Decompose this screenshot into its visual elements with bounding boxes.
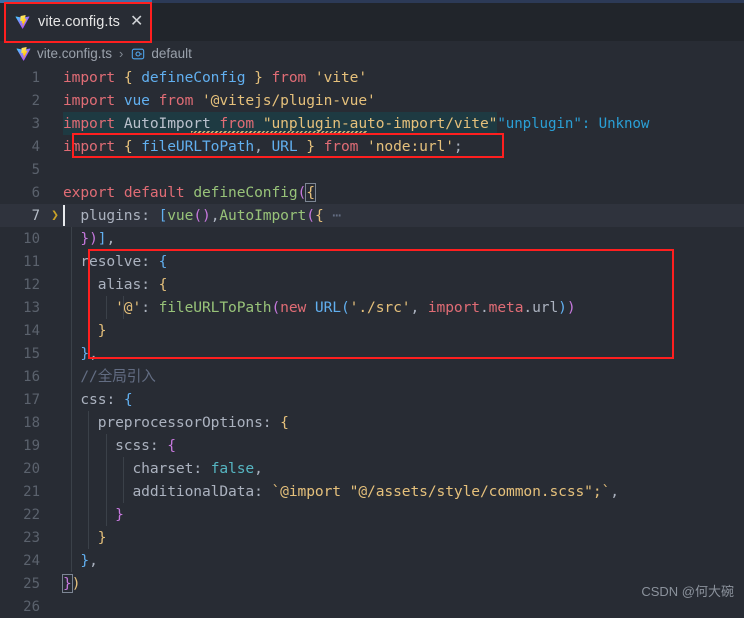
line-number: 25: [23, 575, 40, 592]
line-content[interactable]: import AutoImport from "unplugin-auto-im…: [63, 111, 744, 136]
editor-line[interactable]: 6 export default defineConfig({: [0, 181, 744, 204]
indent-guides: [63, 319, 744, 342]
line-content[interactable]: }: [63, 503, 744, 526]
line-content[interactable]: },: [63, 549, 744, 572]
vite-logo-icon: [15, 15, 30, 29]
indent-guides: [63, 227, 744, 250]
editor-line[interactable]: 10 })],: [0, 227, 744, 250]
line-number: 24: [23, 552, 40, 569]
editor-line[interactable]: 22 }: [0, 503, 744, 526]
editor-line[interactable]: 2 import vue from '@vitejs/plugin-vue': [0, 89, 744, 112]
line-number: 13: [23, 299, 40, 316]
indent-guides: [63, 365, 744, 388]
line-content[interactable]: }: [63, 526, 744, 549]
line-number: 6: [31, 184, 40, 201]
line-content[interactable]: charset: false,: [63, 457, 744, 480]
line-content[interactable]: import { fileURLToPath, URL } from 'node…: [63, 135, 744, 158]
editor-line[interactable]: 25 }): [0, 572, 744, 595]
indent-guides: [63, 342, 744, 365]
chevron-right-icon[interactable]: ❯: [47, 208, 63, 223]
breadcrumb-separator: ›: [119, 46, 124, 61]
line-number: 20: [23, 460, 40, 477]
line-number: 17: [23, 391, 40, 408]
line-content[interactable]: }: [63, 319, 744, 342]
line-number: 2: [31, 92, 40, 109]
line-content[interactable]: additionalData: `@import "@/assets/style…: [63, 480, 744, 503]
line-number: 1: [31, 69, 40, 86]
indent-guides: [63, 526, 744, 549]
editor-line[interactable]: 1 import { defineConfig } from 'vite': [0, 66, 744, 89]
inline-diagnostic-hint: "unplugin": Unknow: [497, 115, 650, 132]
line-number: 19: [23, 437, 40, 454]
line-content[interactable]: },: [63, 342, 744, 365]
vite-logo-icon: [16, 46, 31, 61]
editor-line[interactable]: 15 },: [0, 342, 744, 365]
editor-line[interactable]: 11 resolve: {: [0, 250, 744, 273]
editor-line[interactable]: 18 preprocessorOptions: {: [0, 411, 744, 434]
line-content[interactable]: export default defineConfig({: [63, 181, 744, 204]
editor-line[interactable]: 12 alias: {: [0, 273, 744, 296]
line-number: 3: [31, 115, 40, 132]
line-content[interactable]: alias: {: [63, 273, 744, 296]
line-number: 22: [23, 506, 40, 523]
text-cursor: [63, 205, 65, 226]
editor-line[interactable]: 20 charset: false,: [0, 457, 744, 480]
editor-line[interactable]: 21 additionalData: `@import "@/assets/st…: [0, 480, 744, 503]
symbol-icon: [130, 46, 145, 61]
line-content[interactable]: preprocessorOptions: {: [63, 411, 744, 434]
editor-tab-bar: vite.config.ts ✕: [0, 3, 744, 41]
line-number: 15: [23, 345, 40, 362]
editor-line[interactable]: 14 }: [0, 319, 744, 342]
line-content[interactable]: //全局引入: [63, 365, 744, 388]
indent-guides: [63, 503, 744, 526]
line-content[interactable]: import { defineConfig } from 'vite': [63, 66, 744, 89]
line-number: 5: [31, 161, 40, 178]
line-content[interactable]: resolve: {: [63, 250, 744, 273]
line-number: 16: [23, 368, 40, 385]
symbol-glyph-icon: [131, 48, 145, 59]
breadcrumb-symbol[interactable]: default: [151, 46, 192, 61]
close-icon[interactable]: ✕: [130, 14, 143, 30]
line-number: 11: [23, 253, 40, 270]
indent-guides: [63, 549, 744, 572]
line-number: 14: [23, 322, 40, 339]
line-number: 12: [23, 276, 40, 293]
watermark: CSDN @何大碗: [641, 584, 734, 599]
editor-line[interactable]: 3 import AutoImport from "unplugin-auto-…: [0, 111, 744, 136]
line-content[interactable]: import vue from '@vitejs/plugin-vue': [63, 89, 744, 112]
vscode-window: vite.config.ts ✕ vite.config.ts › defaul…: [0, 0, 744, 618]
line-number: 7: [31, 207, 40, 224]
editor-line[interactable]: 16 //全局引入: [0, 365, 744, 388]
breadcrumb: vite.config.ts › default: [0, 41, 744, 66]
line-content[interactable]: })],: [63, 227, 744, 250]
indent-guides: [63, 434, 744, 457]
line-number: 23: [23, 529, 40, 546]
tab-label: vite.config.ts: [38, 14, 120, 30]
code-editor[interactable]: 1 import { defineConfig } from 'vite' 2 …: [0, 66, 744, 618]
editor-line[interactable]: 26: [0, 595, 744, 618]
line-number: 26: [23, 598, 40, 615]
line-content[interactable]: '@': fileURLToPath(new URL('./src', impo…: [63, 296, 744, 319]
line-number: 4: [31, 138, 40, 155]
line-number: 21: [23, 483, 40, 500]
breadcrumb-file[interactable]: vite.config.ts: [37, 46, 112, 61]
line-content[interactable]: plugins: [vue(),AutoImport({ ⋯: [63, 204, 744, 227]
line-content[interactable]: css: {: [63, 388, 744, 411]
editor-line[interactable]: 13 '@': fileURLToPath(new URL('./src', i…: [0, 296, 744, 319]
editor-line-active[interactable]: 7 ❯ plugins: [vue(),AutoImport({ ⋯: [0, 204, 744, 227]
editor-line[interactable]: 19 scss: {: [0, 434, 744, 457]
line-number: 10: [23, 230, 40, 247]
editor-line[interactable]: 17 css: {: [0, 388, 744, 411]
editor-line[interactable]: 5: [0, 158, 744, 181]
indent-guides: [63, 388, 744, 411]
editor-line[interactable]: 4 import { fileURLToPath, URL } from 'no…: [0, 135, 744, 158]
editor-line[interactable]: 23 }: [0, 526, 744, 549]
tab-vite-config[interactable]: vite.config.ts ✕: [4, 3, 153, 41]
line-content[interactable]: scss: {: [63, 434, 744, 457]
comment-text: //全局引入: [63, 368, 156, 385]
editor-line[interactable]: 24 },: [0, 549, 744, 572]
line-number: 18: [23, 414, 40, 431]
